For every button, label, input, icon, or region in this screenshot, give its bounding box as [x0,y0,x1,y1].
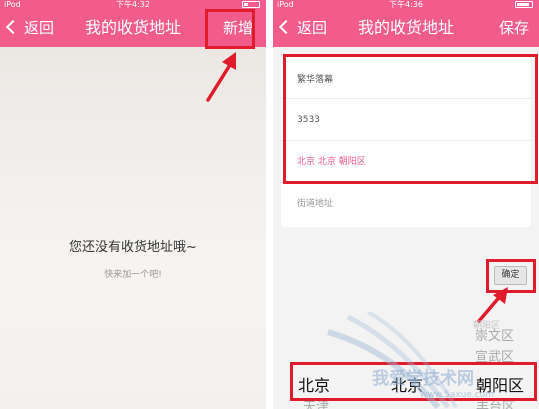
left-phone-screen: iPod 下午4:32 返回 我的收货地址 新增 您还没有收货地址哦~ 快来加一… [0,0,266,409]
right-phone-screen: iPod 下午4:36 返回 我的收货地址 保存 北京 北京 朝阳区 确定 朝阳… [273,0,539,409]
status-time: 下午4:32 [116,0,150,9]
status-bar: iPod 下午4:32 [0,0,266,9]
highlight-box-form [283,54,538,184]
save-button[interactable]: 保存 [499,9,529,47]
screen-divider [266,0,273,409]
picker-option[interactable]: 崇文区 [475,325,514,344]
battery-icon [515,1,533,8]
empty-state-subtitle: 快来加一个吧! [104,270,162,280]
empty-state-title: 您还没有收货地址哦~ [69,240,197,255]
status-time: 下午4:36 [389,0,423,9]
navigation-bar: 返回 我的收货地址 保存 [273,9,539,47]
highlight-box-confirm [486,259,536,293]
address-list-empty [0,47,266,409]
battery-icon [242,1,260,8]
street-address-input[interactable] [297,191,517,217]
status-bar: iPod 下午4:36 [273,0,539,9]
watermark-text: 我爱学技术网 [372,369,474,389]
highlight-box-add [205,9,255,49]
watermark-url: www.5axue.com [420,390,495,400]
street-row [281,183,531,225]
